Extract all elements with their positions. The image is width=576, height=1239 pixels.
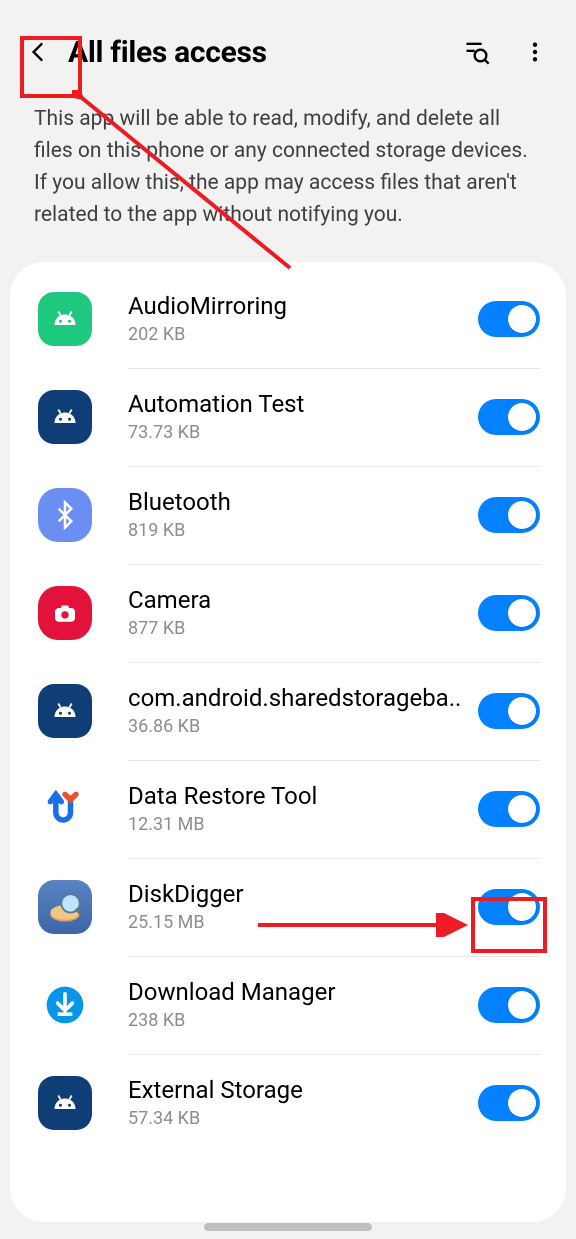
toggle-data-restore[interactable] [478,791,540,827]
app-size: 12.31 MB [128,814,478,835]
toggle-sharedstorage[interactable] [478,693,540,729]
app-size: 36.86 KB [128,716,478,737]
app-name: Bluetooth [128,488,478,516]
camera-icon [38,586,92,640]
app-name: External Storage [128,1076,478,1104]
app-name: Data Restore Tool [128,782,478,810]
toggle-external-storage[interactable] [478,1085,540,1121]
search-list-button[interactable] [462,37,492,67]
app-text: Automation Test 73.73 KB [128,390,478,443]
app-row-bluetooth[interactable]: Bluetooth 819 KB [10,466,566,564]
app-row-audiomirroring[interactable]: AudioMirroring 202 KB [10,270,566,368]
app-name: AudioMirroring [128,292,478,320]
app-bar: All files access [0,0,576,104]
android-app-icon [38,292,92,346]
app-name: Download Manager [128,978,478,1006]
app-row-sharedstorage[interactable]: com.android.sharedstorageba.. 36.86 KB [10,662,566,760]
toggle-download-manager[interactable] [478,987,540,1023]
app-row-automation-test[interactable]: Automation Test 73.73 KB [10,368,566,466]
app-size: 877 KB [128,618,478,639]
page-title: All files access [68,35,462,70]
app-list-card: AudioMirroring 202 KB Automation Test 73… [10,262,566,1222]
app-row-diskdigger[interactable]: DiskDigger 25.15 MB [10,858,566,956]
android-app-icon [38,1076,92,1130]
toggle-diskdigger[interactable] [478,889,540,925]
app-size: 202 KB [128,324,478,345]
app-text: Data Restore Tool 12.31 MB [128,782,478,835]
app-row-external-storage[interactable]: External Storage 57.34 KB [10,1054,566,1152]
toggle-bluetooth[interactable] [478,497,540,533]
app-name: Automation Test [128,390,478,418]
app-text: AudioMirroring 202 KB [128,292,478,345]
app-size: 819 KB [128,520,478,541]
app-name: com.android.sharedstorageba.. [128,684,478,712]
app-size: 238 KB [128,1010,478,1031]
data-restore-icon [38,782,92,836]
toggle-audiomirroring[interactable] [478,301,540,337]
app-name: DiskDigger [128,880,478,908]
app-row-camera[interactable]: Camera 877 KB [10,564,566,662]
app-text: DiskDigger 25.15 MB [128,880,478,933]
app-row-download-manager[interactable]: Download Manager 238 KB [10,956,566,1054]
app-row-data-restore[interactable]: Data Restore Tool 12.31 MB [10,760,566,858]
app-text: Download Manager 238 KB [128,978,478,1031]
appbar-actions [462,37,550,67]
app-size: 73.73 KB [128,422,478,443]
search-list-icon [463,38,491,66]
back-button[interactable] [18,31,60,73]
android-app-icon [38,390,92,444]
home-indicator[interactable] [204,1223,372,1231]
permission-description: This app will be able to read, modify, a… [0,104,576,262]
download-icon [38,978,92,1032]
app-text: Camera 877 KB [128,586,478,639]
android-app-icon [38,684,92,738]
more-button[interactable] [520,37,550,67]
diskdigger-icon [38,880,92,934]
chevron-left-icon [26,39,52,65]
app-name: Camera [128,586,478,614]
app-text: com.android.sharedstorageba.. 36.86 KB [128,684,478,737]
app-size: 57.34 KB [128,1108,478,1129]
more-vertical-icon [524,38,546,66]
bluetooth-icon [38,488,92,542]
app-size: 25.15 MB [128,912,478,933]
app-text: External Storage 57.34 KB [128,1076,478,1129]
toggle-automation-test[interactable] [478,399,540,435]
app-text: Bluetooth 819 KB [128,488,478,541]
toggle-camera[interactable] [478,595,540,631]
